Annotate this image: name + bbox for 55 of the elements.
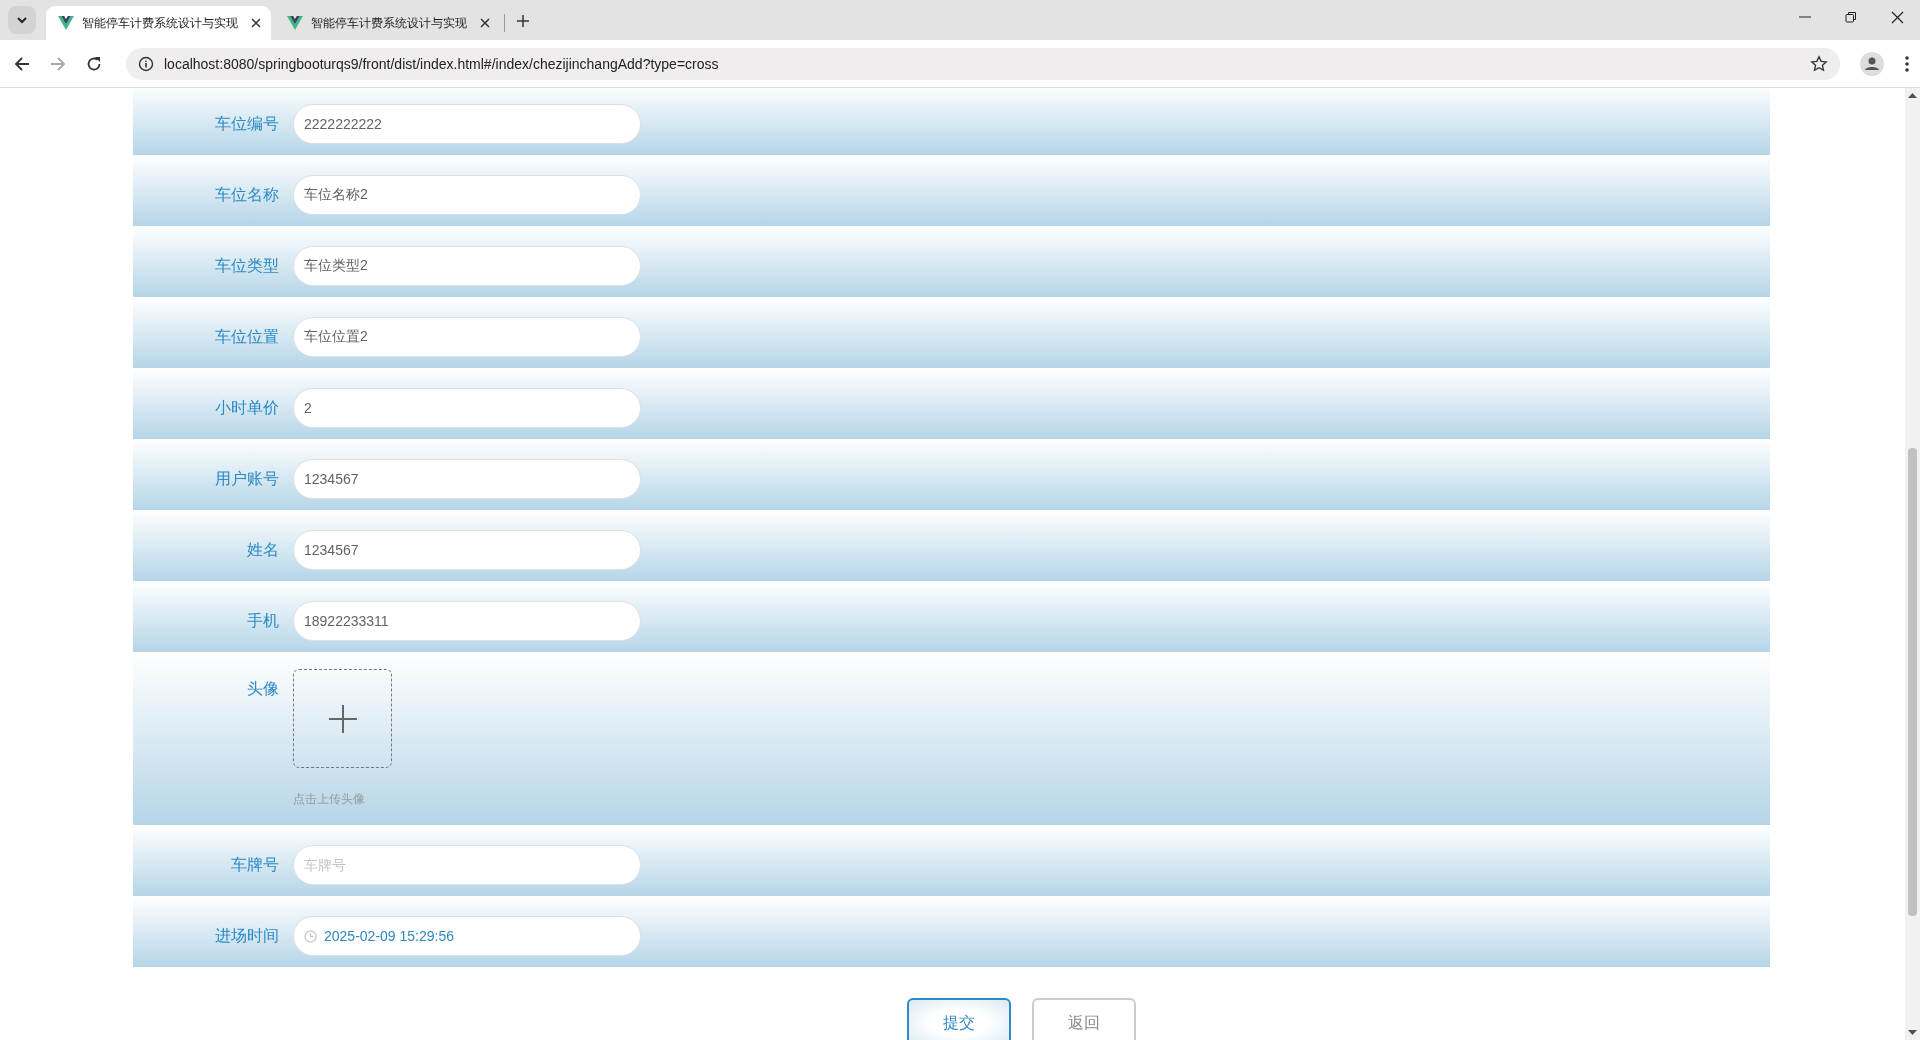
field-label: 车位类型: [215, 256, 279, 276]
browser-tab[interactable]: 智能停车计费系统设计与实现: [46, 6, 271, 40]
tab-title: 智能停车计费系统设计与实现: [82, 14, 239, 32]
logo-icon: [58, 16, 74, 30]
scrollbar[interactable]: [1905, 88, 1920, 1040]
address-bar[interactable]: localhost:8080/springbooturqs9/front/dist/index.html#/index/chezijinchangAdd?type=cross: [126, 47, 1840, 80]
close-icon[interactable]: [480, 18, 490, 28]
clock-icon: [304, 930, 317, 943]
field-label: 进场时间: [215, 926, 279, 946]
field-label: 车位编号: [215, 114, 279, 134]
forward-arrow-icon: [50, 55, 66, 72]
field-label: 姓名: [247, 540, 279, 560]
info-icon[interactable]: [138, 55, 154, 72]
plus-icon: [328, 704, 357, 733]
scroll-up-icon[interactable]: [1908, 92, 1917, 98]
restore-icon: [1845, 11, 1857, 23]
back-button[interactable]: [14, 55, 30, 72]
url-text: localhost:8080/springbooturqs9/front/dist/index.html#/index/chezijinchangAdd?type=cross: [164, 55, 720, 72]
submit-button[interactable]: 提交: [907, 998, 1011, 1040]
field-label: 车位名称: [215, 185, 279, 205]
date-time-field[interactable]: 2025-02-09 15:29:56: [293, 916, 641, 956]
field-label: 头像: [247, 679, 279, 699]
input-field[interactable]: 车位类型2: [293, 246, 641, 286]
browser-tab[interactable]: 智能停车计费系统设计与实现: [275, 6, 500, 40]
close-icon[interactable]: [251, 18, 261, 28]
plus-icon: [517, 15, 529, 27]
star-icon[interactable]: [1810, 54, 1828, 73]
tab-title: 智能停车计费系统设计与实现: [311, 14, 468, 32]
field-label: 车牌号: [231, 855, 279, 875]
field-label: 车位位置: [215, 327, 279, 347]
input-field[interactable]: 2222222222: [293, 104, 641, 144]
back-button[interactable]: 返回: [1032, 998, 1136, 1040]
back-arrow-icon: [14, 55, 30, 72]
input-field[interactable]: 车位位置2: [293, 317, 641, 357]
upload-hint: 点击上传头像: [293, 791, 365, 808]
close-icon: [1890, 10, 1904, 24]
upload-button[interactable]: [293, 669, 392, 768]
scroll-down-icon[interactable]: [1908, 1030, 1917, 1036]
logo-icon: [287, 16, 303, 30]
input-field[interactable]: 1234567: [293, 530, 641, 570]
chevron-down-icon: [16, 16, 28, 24]
input-field[interactable]: 2: [293, 388, 641, 428]
profile-icon[interactable]: [1860, 51, 1884, 76]
reload-icon: [86, 55, 102, 72]
menu-icon[interactable]: [1904, 54, 1910, 73]
input-field[interactable]: 1234567: [293, 459, 641, 499]
field-label: 手机: [247, 611, 279, 631]
field-label: 用户账号: [215, 469, 279, 489]
tab-list-button[interactable]: [8, 6, 36, 34]
input-field[interactable]: 车位名称2: [293, 175, 641, 215]
input-field[interactable]: 18922233311: [293, 601, 641, 641]
input-field[interactable]: 车牌号: [293, 845, 641, 885]
field-label: 小时单价: [215, 398, 279, 418]
minimize-icon: [1799, 16, 1811, 18]
reload-button[interactable]: [86, 55, 102, 72]
